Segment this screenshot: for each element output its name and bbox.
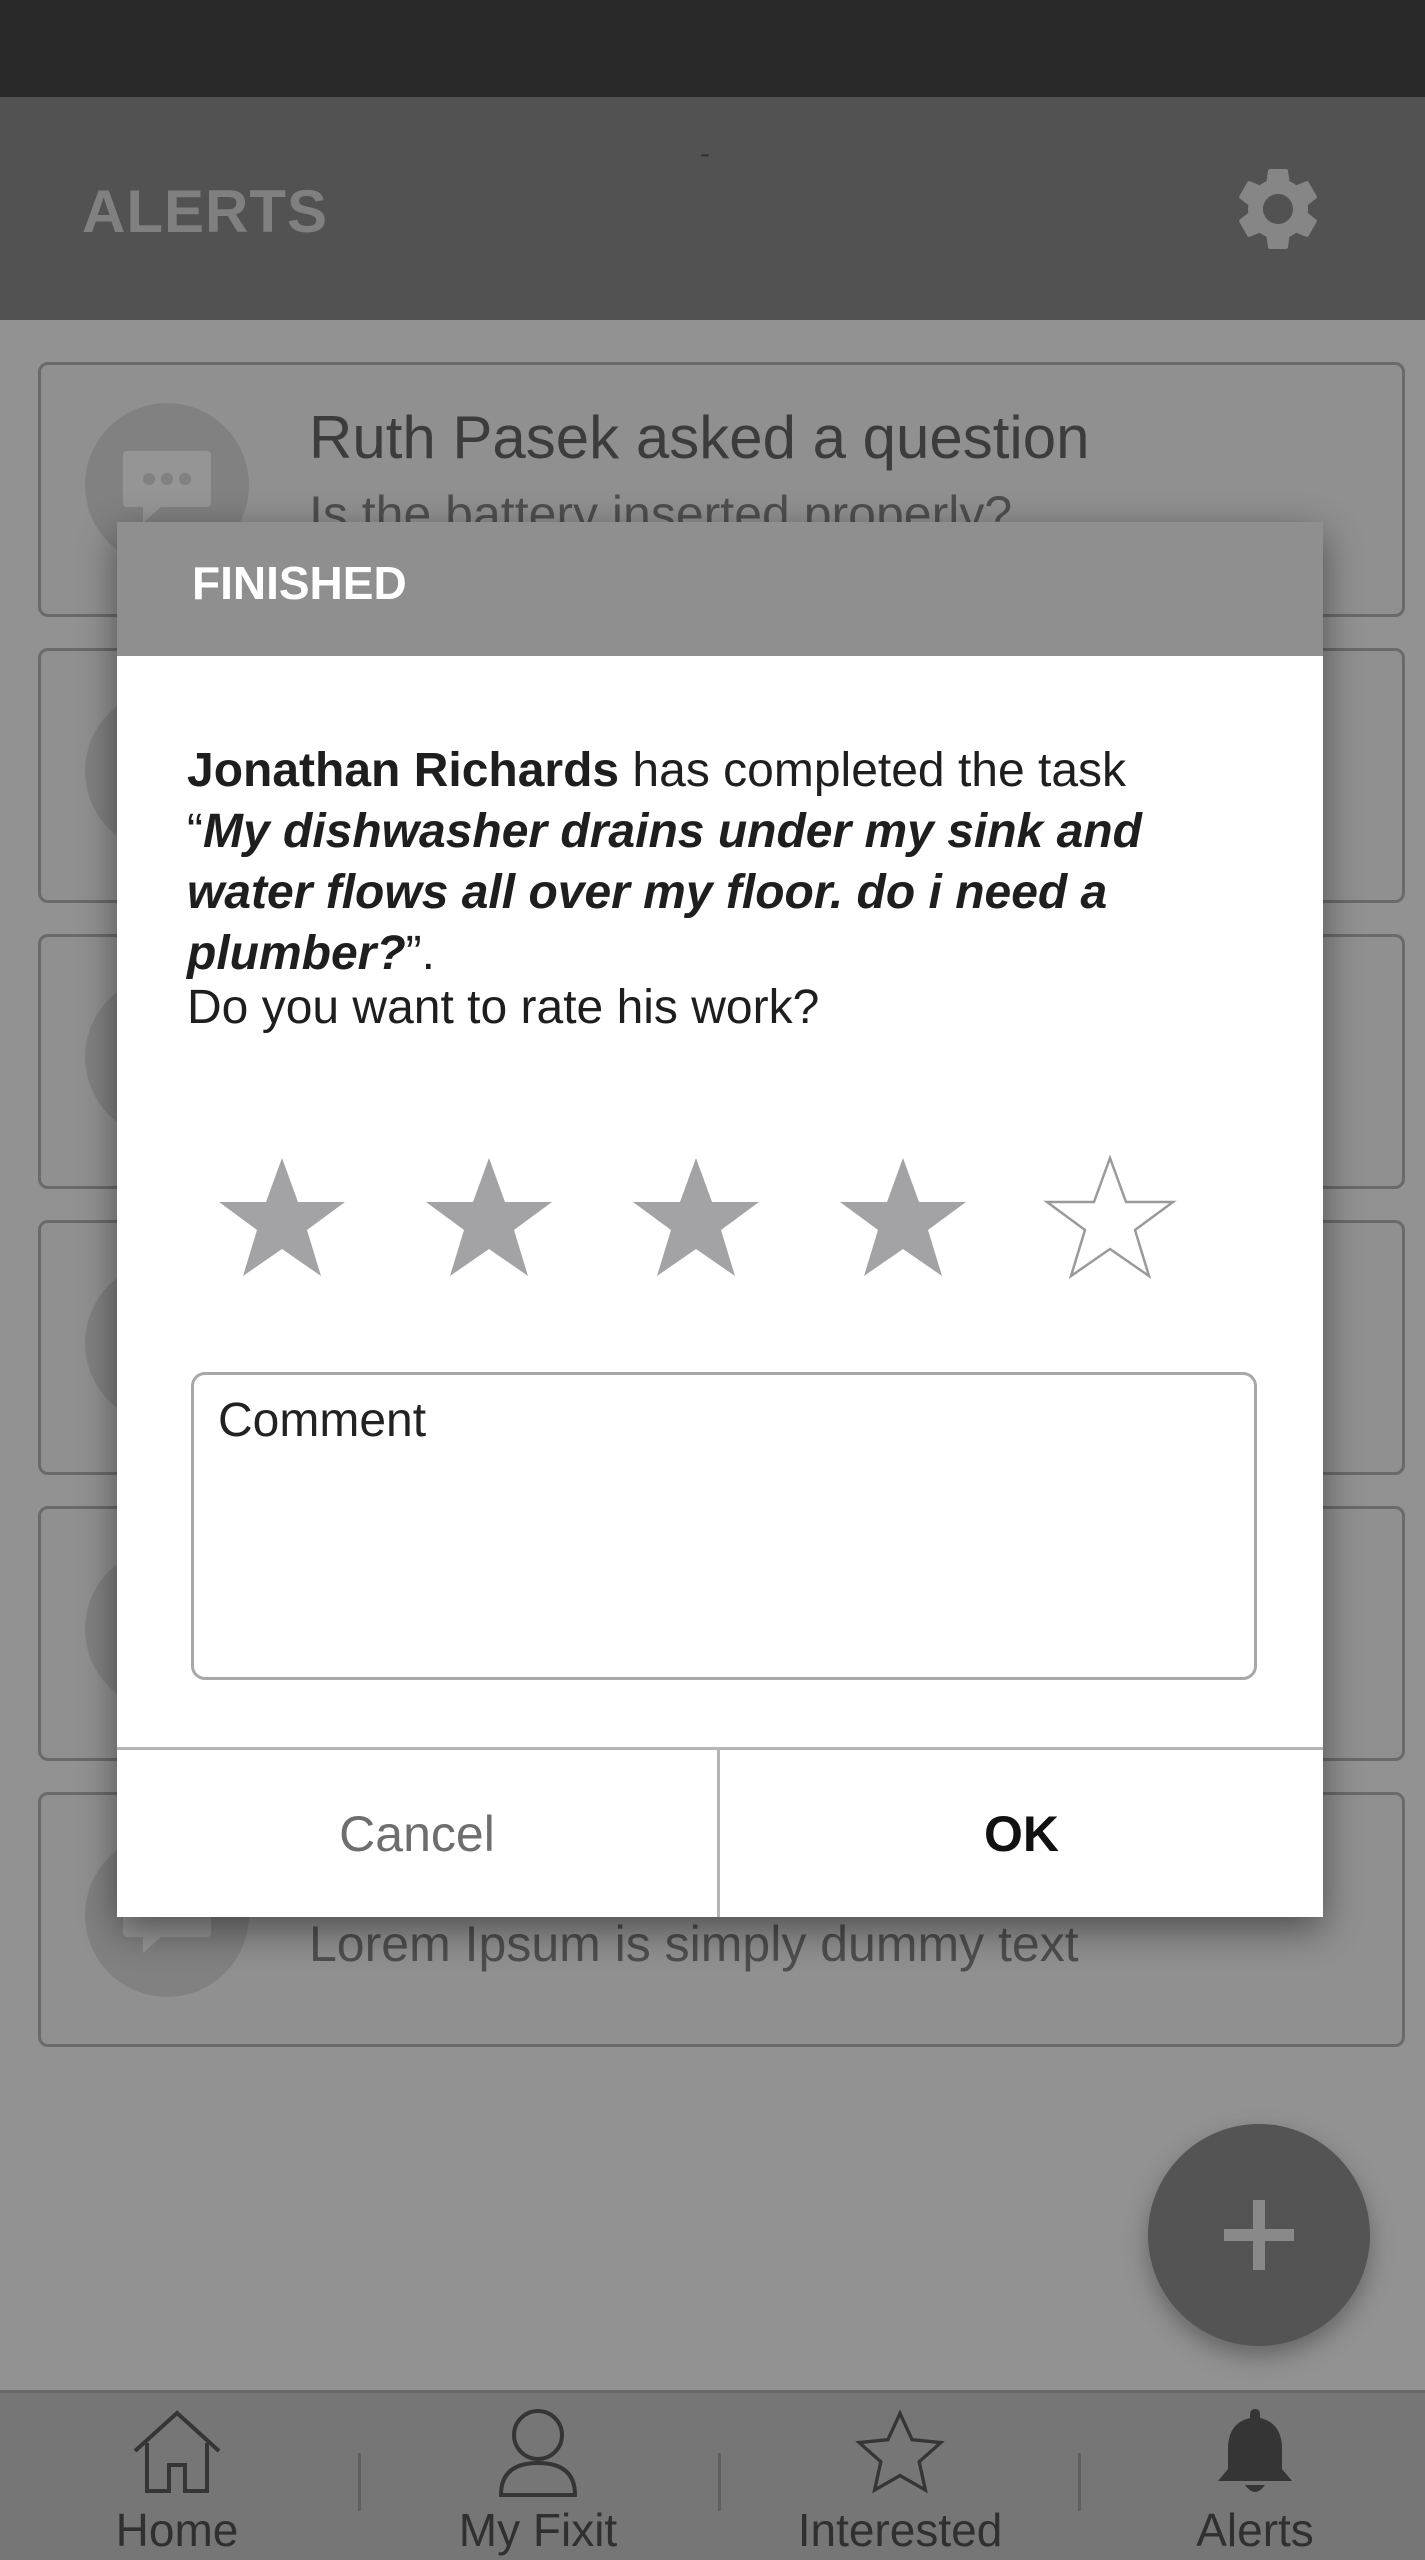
rating-dialog: FINISHED Jonathan Richards has completed… <box>117 522 1323 1917</box>
cancel-button[interactable]: Cancel <box>117 1750 720 1917</box>
completed-text: has completed the task <box>619 744 1127 797</box>
star-filled-icon[interactable] <box>626 1152 766 1292</box>
dialog-title: FINISHED <box>192 557 407 609</box>
open-quote: “ <box>187 805 203 858</box>
star-empty-icon[interactable] <box>1040 1152 1180 1292</box>
close-quote: ”. <box>405 927 435 980</box>
star-rating <box>212 1152 1212 1292</box>
ok-button[interactable]: OK <box>720 1750 1323 1917</box>
task-title: My dishwasher drains under my sink and w… <box>187 805 1142 980</box>
star-filled-icon[interactable] <box>833 1152 973 1292</box>
star-filled-icon[interactable] <box>212 1152 352 1292</box>
worker-name: Jonathan Richards <box>187 744 620 797</box>
dialog-header: FINISHED <box>117 522 1323 656</box>
rating-question: Do you want to rate his work? <box>187 981 820 1034</box>
star-filled-icon[interactable] <box>419 1152 559 1292</box>
comment-input[interactable] <box>191 1372 1257 1680</box>
dialog-actions: Cancel OK <box>117 1747 1323 1917</box>
dialog-message: Jonathan Richards has completed the task… <box>187 740 1267 984</box>
